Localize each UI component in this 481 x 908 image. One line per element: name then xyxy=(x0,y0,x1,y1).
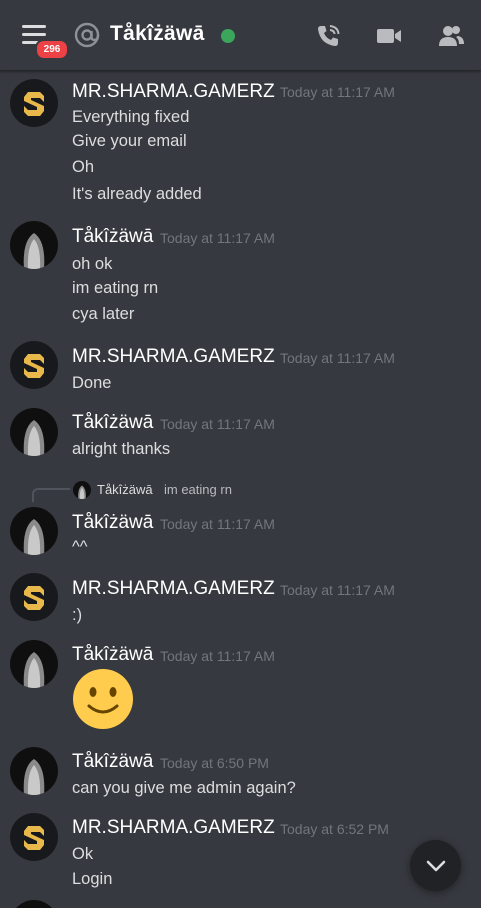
avatar[interactable] xyxy=(10,813,58,861)
jump-to-present-button[interactable] xyxy=(410,840,461,891)
message-text: can you give me admin again? xyxy=(72,779,296,797)
message-timestamp: Today at 11:17 AM xyxy=(280,350,395,366)
notification-badge: 296 xyxy=(35,39,69,60)
online-status-dot xyxy=(221,29,235,43)
message-author[interactable]: Tåkîżäwā xyxy=(72,226,153,248)
slightly-smiling-face-emoji[interactable] xyxy=(72,668,134,730)
avatar[interactable] xyxy=(10,747,58,795)
message-text: alright thanks xyxy=(72,440,171,458)
message-timestamp: Today at 6:52 PM xyxy=(280,821,389,837)
reply-preview-text[interactable]: im eating rn xyxy=(164,482,232,497)
message-author[interactable]: Tåkîżäwā xyxy=(72,412,153,434)
message-text: ^^ xyxy=(72,538,88,556)
avatar[interactable] xyxy=(10,507,58,555)
avatar[interactable] xyxy=(10,408,58,456)
message-author[interactable]: MR.SHARMA.GAMERZ xyxy=(72,817,275,839)
voice-call-icon[interactable] xyxy=(314,22,342,50)
avatar[interactable] xyxy=(10,573,58,621)
message-timestamp: Today at 11:17 AM xyxy=(160,516,275,532)
message-text: Login xyxy=(72,870,113,888)
message-timestamp: Today at 11:17 AM xyxy=(280,84,395,100)
message-text: Done xyxy=(72,374,112,392)
members-icon[interactable] xyxy=(437,22,465,50)
message-timestamp: Today at 11:17 AM xyxy=(160,648,275,664)
chevron-down-icon xyxy=(426,860,445,871)
message-timestamp: Today at 11:17 AM xyxy=(160,230,275,246)
message-list: MR.SHARMA.GAMERZ Today at 11:17 AM Every… xyxy=(0,0,481,908)
message-text: Give your email xyxy=(72,132,187,150)
message-author[interactable]: MR.SHARMA.GAMERZ xyxy=(72,346,275,368)
message-text: Everything fixed xyxy=(72,108,190,126)
message-text: oh ok xyxy=(72,255,113,273)
chat-header: 296 Tåkîżäwā xyxy=(0,0,481,71)
avatar[interactable] xyxy=(10,341,58,389)
avatar[interactable] xyxy=(10,900,58,908)
at-icon xyxy=(74,22,100,48)
message-timestamp: Today at 11:17 AM xyxy=(160,416,275,432)
message-text: Ok xyxy=(72,845,94,863)
message-text: :) xyxy=(72,606,83,624)
message-author[interactable]: MR.SHARMA.GAMERZ xyxy=(72,578,275,600)
reply-avatar xyxy=(73,481,91,499)
channel-title: Tåkîżäwā xyxy=(110,22,205,45)
avatar[interactable] xyxy=(10,221,58,269)
message-author[interactable]: MR.SHARMA.GAMERZ xyxy=(72,81,275,103)
message-timestamp: Today at 11:17 AM xyxy=(280,582,395,598)
message-author[interactable]: Tåkîżäwā xyxy=(72,751,153,773)
reply-author[interactable]: Tåkîżäwā xyxy=(97,482,153,497)
avatar[interactable] xyxy=(10,640,58,688)
message-author[interactable]: Tåkîżäwā xyxy=(72,512,153,534)
reply-connector xyxy=(32,488,70,502)
avatar[interactable] xyxy=(10,79,58,127)
message-author[interactable]: Tåkîżäwā xyxy=(72,644,153,666)
message-text: im eating rn xyxy=(72,279,159,297)
message-text: cya later xyxy=(72,305,135,323)
message-text: Oh xyxy=(72,158,95,176)
message-timestamp: Today at 6:50 PM xyxy=(160,755,269,771)
video-call-icon[interactable] xyxy=(375,22,403,50)
message-text: It's already added xyxy=(72,185,202,203)
